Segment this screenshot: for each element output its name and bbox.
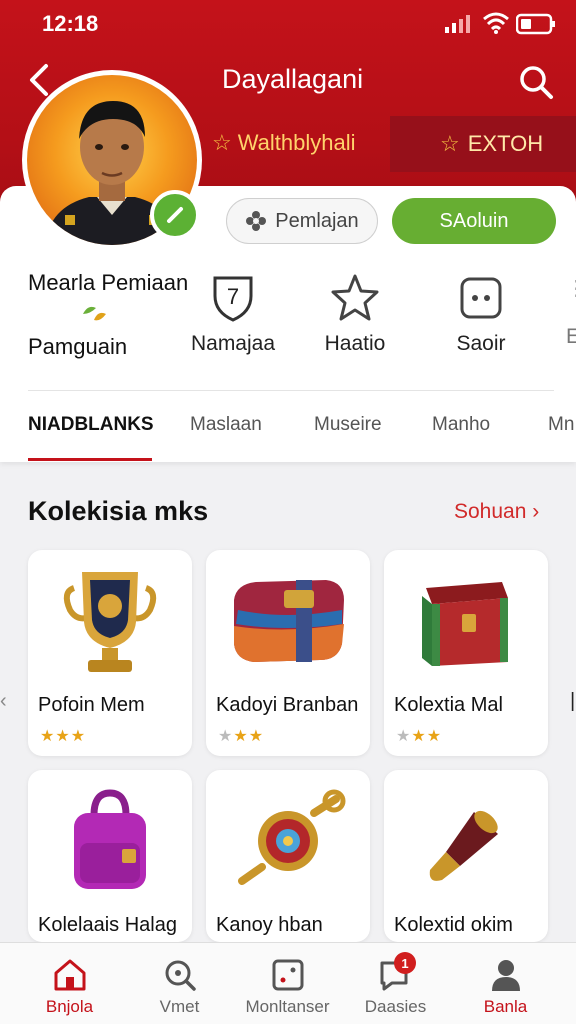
nav-games[interactable]: Monltanser xyxy=(230,943,345,1024)
search-icon[interactable] xyxy=(516,62,556,102)
shield-number-icon: 7 xyxy=(213,276,253,322)
tab-niadblanks[interactable]: NIADBLANKS xyxy=(28,414,154,436)
primary-action-label: SAoluin xyxy=(439,209,509,232)
pencil-icon xyxy=(167,207,183,223)
collection-item[interactable]: Kanoy hban xyxy=(206,770,370,942)
rank-ribbon: ☆ Walthblyhali xyxy=(212,118,372,168)
tab-manho[interactable]: Manho xyxy=(432,414,490,436)
star-outline-icon xyxy=(331,274,379,321)
svg-text:7: 7 xyxy=(227,284,239,309)
dice-icon xyxy=(460,277,502,319)
profile-tabs: NIADBLANKS Maslaan Museire Manho Mn xyxy=(0,404,576,462)
home-icon xyxy=(54,959,86,991)
stat-haatio[interactable]: Haatio xyxy=(300,272,410,356)
collection-item[interactable]: Kolextid okim xyxy=(384,770,548,942)
nav-label: Daasies xyxy=(364,997,427,1016)
edit-profile-badge[interactable] xyxy=(150,190,200,240)
rank-label: Walthblyhali xyxy=(237,130,356,155)
collection-item-name: Kolextia Mal xyxy=(394,694,503,716)
rating-stars: ★★★ xyxy=(40,728,87,745)
signal-icon xyxy=(445,15,470,33)
stat-label: Namajaa xyxy=(190,332,276,355)
leaf-icon xyxy=(83,306,106,321)
wifi-icon xyxy=(483,12,509,34)
stat-saoir[interactable]: Saoir xyxy=(426,272,536,356)
backpack-icon xyxy=(74,789,146,889)
scroll-left-icon[interactable]: ‹ xyxy=(0,690,7,713)
nav-label: Vmet xyxy=(159,997,200,1016)
nav-profile[interactable]: Banla xyxy=(448,943,563,1024)
gift-box-icon xyxy=(234,580,344,662)
collection-item-name: Kolelaais Halag xyxy=(38,914,177,936)
notification-badge: 1 xyxy=(394,952,416,974)
nav-label: Banla xyxy=(483,997,528,1016)
nav-label: Monltanser xyxy=(245,997,330,1016)
star-icon: ☆ xyxy=(212,130,232,155)
nav-home[interactable]: Bnjola xyxy=(12,943,127,1024)
follow-button[interactable]: Pemlajan xyxy=(226,198,378,244)
flower-icon xyxy=(246,211,267,231)
collection-item-name: Kanoy hban xyxy=(216,914,323,936)
see-all-label: Sohuan xyxy=(454,500,527,523)
status-bar: 12:18 xyxy=(0,0,576,52)
stat-namajaa[interactable]: 7 Namajaa xyxy=(178,272,288,356)
battery-icon xyxy=(516,13,555,35)
collection-item[interactable]: Pofoin Mem ★★★ xyxy=(28,550,192,756)
rating-stars: ★★★ xyxy=(218,728,265,745)
star-icon: ☆ xyxy=(440,131,460,156)
stat-overflow: ⋮E xyxy=(566,277,576,348)
player-subtitle: Pamguain xyxy=(28,334,128,359)
rank-ribbon-secondary: ☆ EXTOH xyxy=(390,116,576,172)
rank-secondary-label: EXTOH xyxy=(467,131,544,156)
collection-title: Kolekisia mks xyxy=(28,496,209,526)
active-tab-indicator xyxy=(28,458,152,461)
bottom-nav: Bnjola Vmet Monltanser Daasies Banla xyxy=(0,942,576,1024)
next-tile-peek: | xyxy=(570,690,576,712)
primary-action-button[interactable]: SAoluin xyxy=(392,198,556,244)
status-time: 12:18 xyxy=(42,11,99,36)
divider xyxy=(28,390,554,391)
see-all-link[interactable]: Sohuan › xyxy=(454,500,539,524)
collection-item[interactable]: Kolelaais Halag xyxy=(28,770,192,942)
horn-icon xyxy=(429,810,498,881)
chevron-right-icon: › xyxy=(532,500,540,523)
collection-item-name: Kadoyi Branban xyxy=(216,694,359,716)
nav-search[interactable]: Vmet xyxy=(122,943,237,1024)
dice-icon xyxy=(272,959,304,991)
rating-stars: ★★★ xyxy=(396,728,443,745)
tab-mn[interactable]: Mn xyxy=(548,414,574,436)
stat-label: Saoir xyxy=(456,332,506,355)
player-name: Mearla Pemiaan xyxy=(28,270,189,295)
collection-item[interactable]: Kolextia Mal ★★★ xyxy=(384,550,548,756)
follow-button-label: Pemlajan xyxy=(275,209,359,232)
amulet-icon xyxy=(238,789,346,885)
stat-label: Haatio xyxy=(324,332,386,355)
collection-item-name: Pofoin Mem xyxy=(38,694,145,716)
nav-label: Bnjola xyxy=(45,997,94,1016)
search-icon xyxy=(165,960,196,991)
collection-item[interactable]: Kadoyi Branban ★★★ xyxy=(206,550,370,756)
trophy-icon xyxy=(63,572,157,672)
tab-maslaan[interactable]: Maslaan xyxy=(190,414,262,436)
collection-item-name: Kolextid okim xyxy=(394,914,513,936)
page-title: Dayallagani xyxy=(222,64,364,94)
treasure-chest-icon xyxy=(422,582,508,666)
person-icon xyxy=(492,960,520,991)
tab-museire[interactable]: Museire xyxy=(314,414,382,436)
